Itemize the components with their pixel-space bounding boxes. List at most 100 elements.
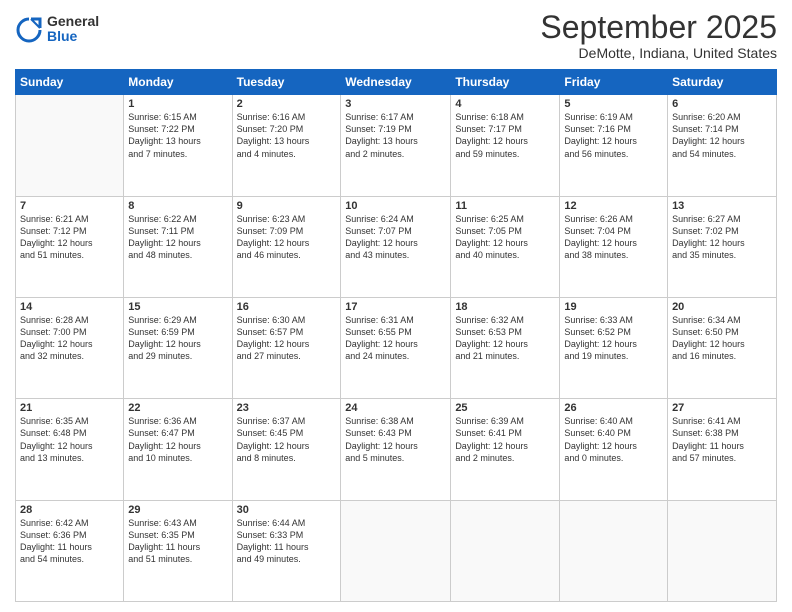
calendar-cell: 3Sunrise: 6:17 AMSunset: 7:19 PMDaylight… — [341, 95, 451, 196]
day-number: 20 — [672, 301, 772, 313]
calendar-cell: 11Sunrise: 6:25 AMSunset: 7:05 PMDayligh… — [451, 196, 560, 297]
day-number: 14 — [20, 301, 119, 313]
day-info: Sunrise: 6:39 AMSunset: 6:41 PMDaylight:… — [455, 415, 555, 464]
calendar-cell: 17Sunrise: 6:31 AMSunset: 6:55 PMDayligh… — [341, 297, 451, 398]
logo-text: General Blue — [47, 14, 99, 45]
calendar-header: Sunday Monday Tuesday Wednesday Thursday… — [16, 70, 777, 95]
location: DeMotte, Indiana, United States — [540, 45, 777, 61]
calendar-cell: 18Sunrise: 6:32 AMSunset: 6:53 PMDayligh… — [451, 297, 560, 398]
day-info: Sunrise: 6:15 AMSunset: 7:22 PMDaylight:… — [128, 111, 227, 160]
day-info: Sunrise: 6:43 AMSunset: 6:35 PMDaylight:… — [128, 517, 227, 566]
calendar-cell — [668, 500, 777, 601]
calendar-cell: 16Sunrise: 6:30 AMSunset: 6:57 PMDayligh… — [232, 297, 341, 398]
day-info: Sunrise: 6:32 AMSunset: 6:53 PMDaylight:… — [455, 314, 555, 363]
calendar-cell: 24Sunrise: 6:38 AMSunset: 6:43 PMDayligh… — [341, 399, 451, 500]
calendar-cell: 1Sunrise: 6:15 AMSunset: 7:22 PMDaylight… — [124, 95, 232, 196]
day-number: 25 — [455, 402, 555, 414]
day-info: Sunrise: 6:35 AMSunset: 6:48 PMDaylight:… — [20, 415, 119, 464]
day-number: 10 — [345, 200, 446, 212]
logo: General Blue — [15, 14, 99, 45]
calendar-cell: 15Sunrise: 6:29 AMSunset: 6:59 PMDayligh… — [124, 297, 232, 398]
day-number: 4 — [455, 98, 555, 110]
day-number: 15 — [128, 301, 227, 313]
day-number: 17 — [345, 301, 446, 313]
day-info: Sunrise: 6:17 AMSunset: 7:19 PMDaylight:… — [345, 111, 446, 160]
day-number: 8 — [128, 200, 227, 212]
day-number: 27 — [672, 402, 772, 414]
day-number: 23 — [237, 402, 337, 414]
day-number: 9 — [237, 200, 337, 212]
calendar-cell: 20Sunrise: 6:34 AMSunset: 6:50 PMDayligh… — [668, 297, 777, 398]
calendar-week-row: 21Sunrise: 6:35 AMSunset: 6:48 PMDayligh… — [16, 399, 777, 500]
day-info: Sunrise: 6:36 AMSunset: 6:47 PMDaylight:… — [128, 415, 227, 464]
day-info: Sunrise: 6:23 AMSunset: 7:09 PMDaylight:… — [237, 213, 337, 262]
day-info: Sunrise: 6:34 AMSunset: 6:50 PMDaylight:… — [672, 314, 772, 363]
logo-blue-text: Blue — [47, 29, 99, 44]
day-info: Sunrise: 6:41 AMSunset: 6:38 PMDaylight:… — [672, 415, 772, 464]
calendar-cell: 27Sunrise: 6:41 AMSunset: 6:38 PMDayligh… — [668, 399, 777, 500]
calendar-cell: 25Sunrise: 6:39 AMSunset: 6:41 PMDayligh… — [451, 399, 560, 500]
calendar-cell: 2Sunrise: 6:16 AMSunset: 7:20 PMDaylight… — [232, 95, 341, 196]
logo-general-text: General — [47, 14, 99, 29]
calendar-cell: 23Sunrise: 6:37 AMSunset: 6:45 PMDayligh… — [232, 399, 341, 500]
day-number: 13 — [672, 200, 772, 212]
calendar-cell: 6Sunrise: 6:20 AMSunset: 7:14 PMDaylight… — [668, 95, 777, 196]
day-number: 16 — [237, 301, 337, 313]
calendar-cell — [16, 95, 124, 196]
header-sunday: Sunday — [16, 70, 124, 95]
header-monday: Monday — [124, 70, 232, 95]
day-info: Sunrise: 6:30 AMSunset: 6:57 PMDaylight:… — [237, 314, 337, 363]
day-info: Sunrise: 6:27 AMSunset: 7:02 PMDaylight:… — [672, 213, 772, 262]
day-number: 28 — [20, 504, 119, 516]
calendar-cell: 21Sunrise: 6:35 AMSunset: 6:48 PMDayligh… — [16, 399, 124, 500]
calendar-cell: 9Sunrise: 6:23 AMSunset: 7:09 PMDaylight… — [232, 196, 341, 297]
calendar-page: General Blue September 2025 DeMotte, Ind… — [0, 0, 792, 612]
calendar-cell: 14Sunrise: 6:28 AMSunset: 7:00 PMDayligh… — [16, 297, 124, 398]
header-friday: Friday — [560, 70, 668, 95]
day-number: 6 — [672, 98, 772, 110]
calendar-cell: 29Sunrise: 6:43 AMSunset: 6:35 PMDayligh… — [124, 500, 232, 601]
day-number: 2 — [237, 98, 337, 110]
logo-icon — [15, 15, 43, 43]
day-info: Sunrise: 6:31 AMSunset: 6:55 PMDaylight:… — [345, 314, 446, 363]
day-info: Sunrise: 6:42 AMSunset: 6:36 PMDaylight:… — [20, 517, 119, 566]
calendar-cell: 5Sunrise: 6:19 AMSunset: 7:16 PMDaylight… — [560, 95, 668, 196]
calendar-cell: 22Sunrise: 6:36 AMSunset: 6:47 PMDayligh… — [124, 399, 232, 500]
day-number: 18 — [455, 301, 555, 313]
day-info: Sunrise: 6:29 AMSunset: 6:59 PMDaylight:… — [128, 314, 227, 363]
day-info: Sunrise: 6:25 AMSunset: 7:05 PMDaylight:… — [455, 213, 555, 262]
day-number: 21 — [20, 402, 119, 414]
header: General Blue September 2025 DeMotte, Ind… — [15, 10, 777, 61]
calendar-body: 1Sunrise: 6:15 AMSunset: 7:22 PMDaylight… — [16, 95, 777, 602]
day-number: 11 — [455, 200, 555, 212]
header-thursday: Thursday — [451, 70, 560, 95]
day-number: 30 — [237, 504, 337, 516]
day-number: 19 — [564, 301, 663, 313]
day-info: Sunrise: 6:26 AMSunset: 7:04 PMDaylight:… — [564, 213, 663, 262]
month-title: September 2025 — [540, 10, 777, 45]
day-number: 24 — [345, 402, 446, 414]
calendar-cell — [560, 500, 668, 601]
calendar-cell — [341, 500, 451, 601]
weekday-header-row: Sunday Monday Tuesday Wednesday Thursday… — [16, 70, 777, 95]
day-info: Sunrise: 6:40 AMSunset: 6:40 PMDaylight:… — [564, 415, 663, 464]
calendar-cell: 28Sunrise: 6:42 AMSunset: 6:36 PMDayligh… — [16, 500, 124, 601]
calendar-week-row: 14Sunrise: 6:28 AMSunset: 7:00 PMDayligh… — [16, 297, 777, 398]
calendar-cell: 4Sunrise: 6:18 AMSunset: 7:17 PMDaylight… — [451, 95, 560, 196]
calendar-week-row: 28Sunrise: 6:42 AMSunset: 6:36 PMDayligh… — [16, 500, 777, 601]
header-saturday: Saturday — [668, 70, 777, 95]
day-number: 1 — [128, 98, 227, 110]
day-info: Sunrise: 6:38 AMSunset: 6:43 PMDaylight:… — [345, 415, 446, 464]
day-number: 22 — [128, 402, 227, 414]
day-info: Sunrise: 6:20 AMSunset: 7:14 PMDaylight:… — [672, 111, 772, 160]
calendar-cell: 12Sunrise: 6:26 AMSunset: 7:04 PMDayligh… — [560, 196, 668, 297]
calendar-cell: 13Sunrise: 6:27 AMSunset: 7:02 PMDayligh… — [668, 196, 777, 297]
calendar-cell: 10Sunrise: 6:24 AMSunset: 7:07 PMDayligh… — [341, 196, 451, 297]
day-number: 3 — [345, 98, 446, 110]
calendar-cell: 7Sunrise: 6:21 AMSunset: 7:12 PMDaylight… — [16, 196, 124, 297]
day-info: Sunrise: 6:16 AMSunset: 7:20 PMDaylight:… — [237, 111, 337, 160]
calendar-table: Sunday Monday Tuesday Wednesday Thursday… — [15, 69, 777, 602]
day-info: Sunrise: 6:19 AMSunset: 7:16 PMDaylight:… — [564, 111, 663, 160]
day-info: Sunrise: 6:33 AMSunset: 6:52 PMDaylight:… — [564, 314, 663, 363]
day-info: Sunrise: 6:21 AMSunset: 7:12 PMDaylight:… — [20, 213, 119, 262]
